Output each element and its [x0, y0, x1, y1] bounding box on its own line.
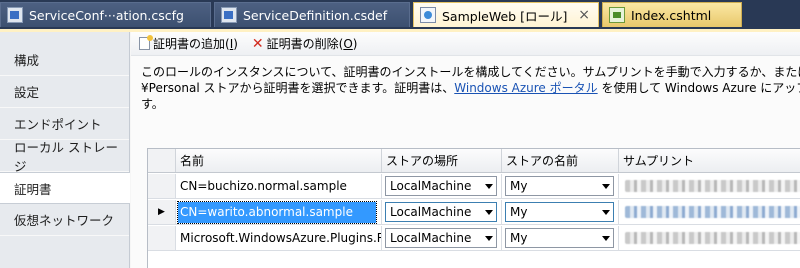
sidebar-item-label: 構成	[14, 53, 40, 68]
chevron-down-icon	[602, 236, 610, 241]
config-file-icon	[221, 7, 237, 23]
thumbprint-cell[interactable]	[619, 226, 800, 250]
delete-certificate-button[interactable]: ✕ 証明書の削除(O)	[252, 35, 358, 52]
row-header[interactable]	[148, 174, 176, 198]
selected-name-value[interactable]: CN=warito.abnormal.sample	[177, 200, 377, 224]
dropdown-value: LocalMachine	[390, 231, 472, 245]
description-line-3: す。	[141, 97, 164, 111]
chevron-down-icon	[485, 184, 493, 189]
delete-certificate-label: 証明書の削除(	[266, 37, 344, 51]
delete-icon: ✕	[251, 35, 264, 52]
sidebar-item-certificates[interactable]: 証明書	[0, 172, 130, 204]
sidebar-item-virtual-network[interactable]: 仮想ネットワーク	[0, 204, 129, 236]
tab-label: ServiceDefinition.csdef	[243, 7, 388, 23]
add-certificate-button[interactable]: 証明書の追加(I)	[139, 35, 238, 52]
sidebar-item-label: 設定	[14, 85, 40, 100]
thumbprint-redacted	[625, 180, 800, 192]
document-tab-strip: ServiceConf···ation.cscfg ServiceDefinit…	[0, 0, 800, 29]
store-location-cell[interactable]: LocalMachine	[382, 174, 502, 198]
sidebar-item-label: 証明書	[14, 181, 52, 197]
store-location-dropdown[interactable]: LocalMachine	[385, 176, 497, 196]
sidebar-item-endpoints[interactable]: エンドポイント	[0, 108, 129, 140]
thumbprint-redacted	[625, 206, 800, 218]
dropdown-value: LocalMachine	[390, 205, 472, 219]
sidebar: 構成 設定 エンドポイント ローカル ストレージ 証明書 仮想ネットワーク	[0, 32, 130, 268]
certificate-name-cell[interactable]: Microsoft.WindowsAzure.Plugins.R···	[176, 226, 382, 250]
store-location-cell[interactable]: LocalMachine	[382, 200, 502, 224]
table-row[interactable]: ▶ CN=warito.abnormal.sample LocalMachine…	[148, 200, 800, 225]
cshtml-file-icon	[609, 7, 625, 23]
delete-certificate-label-end: )	[352, 36, 358, 51]
store-location-dropdown[interactable]: LocalMachine	[385, 202, 497, 222]
row-header[interactable]: ▶	[148, 200, 176, 224]
column-header-name[interactable]: 名前	[176, 149, 382, 172]
certificate-name-cell[interactable]: CN=warito.abnormal.sample	[176, 200, 382, 224]
store-name-dropdown[interactable]: My	[505, 176, 614, 196]
sidebar-item-settings[interactable]: 設定	[0, 76, 129, 108]
dropdown-value: My	[510, 179, 528, 193]
tab-service-definition[interactable]: ServiceDefinition.csdef	[214, 2, 410, 27]
add-certificate-icon	[139, 35, 153, 50]
store-name-cell[interactable]: My	[502, 226, 619, 250]
store-location-cell[interactable]: LocalMachine	[382, 226, 502, 250]
grid-header-row: 名前 ストアの場所 ストアの名前 サムプリント	[148, 149, 800, 173]
store-name-cell[interactable]: My	[502, 200, 619, 224]
chevron-down-icon	[602, 210, 610, 215]
tab-label: ServiceConf···ation.cscfg	[29, 7, 184, 23]
store-name-dropdown[interactable]: My	[505, 202, 614, 222]
certificates-panel: 証明書の追加(I) ✕ 証明書の削除(O) このロールのインスタンスについて、証…	[131, 32, 800, 268]
current-row-icon: ▶	[158, 207, 165, 217]
sidebar-item-label: ローカル ストレージ	[14, 139, 118, 174]
row-header-corner	[148, 149, 176, 172]
thumbprint-cell[interactable]	[619, 174, 800, 198]
close-icon[interactable]: ×	[578, 7, 590, 23]
tab-label: Index.cshtml	[631, 7, 712, 23]
certificates-grid: 名前 ストアの場所 ストアの名前 サムプリント CN=buchizo.norma…	[147, 148, 800, 268]
tab-index-cshtml[interactable]: Index.cshtml	[602, 2, 742, 27]
store-name-dropdown[interactable]: My	[505, 228, 614, 248]
thumbprint-cell[interactable]	[619, 200, 800, 224]
store-name-cell[interactable]: My	[502, 174, 619, 198]
description: このロールのインスタンスについて、証明書のインストールを構成してください。サムプ…	[131, 56, 800, 112]
chevron-down-icon	[485, 210, 493, 215]
sidebar-item-local-storage[interactable]: ローカル ストレージ	[0, 139, 129, 174]
add-certificate-label-end: )	[233, 36, 238, 51]
description-text: を使用して Windows Azure にアップロー	[601, 81, 800, 95]
description-text: ¥Personal ストアから証明書を選択できます。証明書は、	[141, 81, 455, 95]
certificate-name-cell[interactable]: CN=buchizo.normal.sample	[176, 174, 382, 198]
column-header-thumbprint[interactable]: サムプリント	[619, 149, 800, 172]
web-role-icon	[420, 7, 436, 23]
delete-certificate-accesskey: O	[343, 36, 353, 51]
chevron-down-icon	[485, 236, 493, 241]
chevron-down-icon	[602, 184, 610, 189]
dropdown-value: My	[510, 205, 528, 219]
description-line-2: ¥Personal ストアから証明書を選択できます。証明書は、Windows A…	[141, 80, 800, 96]
description-line-1: このロールのインスタンスについて、証明書のインストールを構成してください。サムプ…	[141, 65, 800, 79]
sidebar-item-configuration[interactable]: 構成	[0, 44, 129, 76]
role-designer: 構成 設定 エンドポイント ローカル ストレージ 証明書 仮想ネットワーク 証明…	[0, 29, 800, 268]
azure-portal-link[interactable]: Windows Azure ポータル	[454, 81, 597, 95]
table-row[interactable]: Microsoft.WindowsAzure.Plugins.R··· Loca…	[148, 226, 800, 251]
column-header-store-name[interactable]: ストアの名前	[502, 149, 619, 172]
store-location-dropdown[interactable]: LocalMachine	[385, 228, 497, 248]
row-header[interactable]	[148, 226, 176, 250]
table-row[interactable]: CN=buchizo.normal.sample LocalMachine My	[148, 174, 800, 199]
tab-sampleweb-role[interactable]: SampleWeb [ロール] ×	[413, 2, 599, 27]
column-header-store-location[interactable]: ストアの場所	[382, 149, 502, 172]
sidebar-item-label: エンドポイント	[14, 117, 102, 132]
dropdown-value: LocalMachine	[390, 179, 472, 193]
config-file-icon	[7, 7, 23, 23]
thumbprint-redacted	[625, 232, 800, 244]
dropdown-value: My	[510, 231, 528, 245]
tab-label: SampleWeb [ロール]	[442, 8, 568, 24]
add-certificate-label: 証明書の追加(	[153, 37, 230, 51]
toolbar: 証明書の追加(I) ✕ 証明書の削除(O)	[131, 32, 800, 56]
sidebar-item-label: 仮想ネットワーク	[14, 213, 115, 228]
tab-service-configuration[interactable]: ServiceConf···ation.cscfg	[0, 2, 211, 27]
